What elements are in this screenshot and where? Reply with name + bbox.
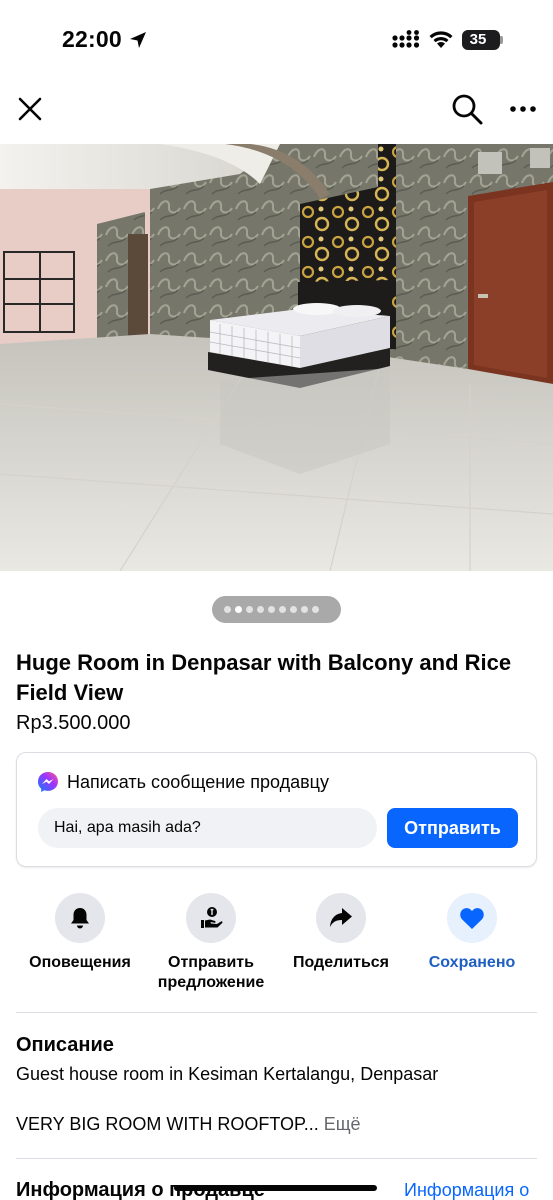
listing-price: Rp3.500.000 (16, 712, 131, 734)
message-heading: Написать сообщение продавцу (67, 772, 329, 792)
action-row: Оповещения Отправить предложение Поделит… (0, 893, 553, 1003)
share-icon-circle (316, 893, 366, 943)
share-icon (330, 908, 352, 927)
see-more-link[interactable]: Ещё (324, 1114, 361, 1134)
listing-photo[interactable] (0, 144, 553, 571)
saved-button[interactable]: Сохранено (407, 893, 537, 973)
message-seller-card: Написать сообщение продавцу Hai, apa mas… (16, 752, 537, 867)
search-icon[interactable] (450, 92, 484, 126)
pager-dot (257, 606, 264, 613)
offer-icon (201, 907, 223, 928)
pager-dot (312, 606, 319, 613)
pager-dot (301, 606, 308, 613)
pager-dot-active (235, 606, 242, 613)
alerts-icon-circle (55, 893, 105, 943)
message-input[interactable]: Hai, apa masih ada? (38, 808, 377, 848)
bookmark-icon (460, 908, 484, 929)
alerts-button[interactable]: Оповещения (15, 893, 145, 973)
location-arrow-icon (130, 32, 146, 48)
divider (16, 1012, 537, 1013)
battery-icon: 35 (462, 30, 500, 50)
offer-icon-circle (186, 893, 236, 943)
pager-dot (268, 606, 275, 613)
description-text: Guest house room in Kesiman Kertalangu, … (16, 1064, 439, 1084)
listing-title: Huge Room in Denpasar with Balcony and R… (16, 650, 512, 705)
close-icon[interactable] (14, 93, 46, 125)
cellular-signal-icon (392, 30, 420, 48)
pager-dot (290, 606, 297, 613)
send-offer-label: Отправить предложение (157, 954, 265, 991)
seller-info-link[interactable]: Информация о (404, 1179, 529, 1200)
description-preview: VERY BIG ROOM WITH ROOFTOP... Ещё (16, 1113, 361, 1135)
share-button[interactable]: Поделиться (276, 893, 406, 973)
room-photo (0, 144, 553, 571)
battery-level: 35 (469, 31, 487, 48)
bell-icon (71, 908, 89, 929)
home-indicator[interactable] (174, 1185, 377, 1191)
description-heading: Описание (16, 1034, 114, 1056)
pager-dot (246, 606, 253, 613)
status-time: 22:00 (62, 26, 122, 52)
pager-dot (224, 606, 231, 613)
pager-dot (279, 606, 286, 613)
send-button[interactable]: Отправить (387, 808, 518, 848)
top-nav (0, 82, 553, 142)
description-preview-text: VERY BIG ROOM WITH ROOFTOP... (16, 1114, 319, 1134)
photo-pager[interactable] (212, 596, 341, 623)
send-offer-button[interactable]: Отправить предложение (146, 893, 276, 993)
battery-tip (500, 36, 503, 44)
wifi-icon (429, 31, 453, 48)
saved-label: Сохранено (428, 954, 516, 971)
more-icon[interactable] (508, 96, 538, 122)
messenger-icon (38, 772, 58, 792)
status-bar: 22:00 35 (0, 0, 553, 82)
divider (16, 1158, 537, 1159)
share-label: Поделиться (292, 954, 390, 971)
saved-icon-circle (447, 893, 497, 943)
alerts-label: Оповещения (29, 954, 131, 971)
